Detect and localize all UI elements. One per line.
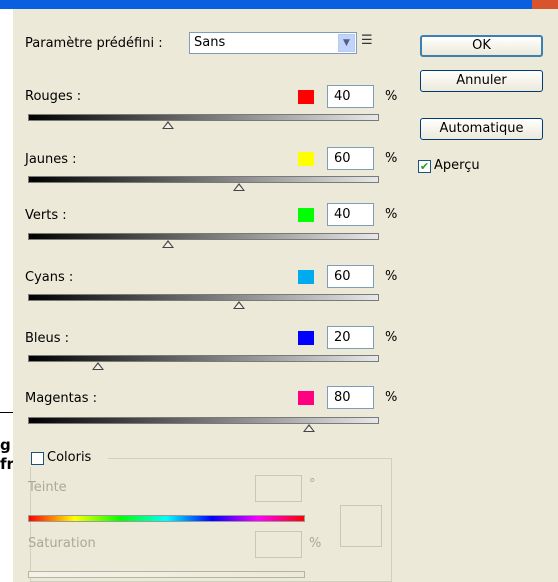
channel-label: Rouges : (25, 89, 82, 104)
channel-slider-thumb[interactable] (162, 121, 175, 129)
degree-unit: ° (309, 477, 316, 492)
channel-slider-thumb[interactable] (232, 183, 245, 191)
channel-slider-track[interactable] (28, 114, 379, 121)
percent-unit: % (385, 89, 398, 104)
channel-slider-thumb[interactable] (162, 240, 175, 248)
channel-slider-track[interactable] (28, 355, 379, 362)
preview-checkbox[interactable]: ✔ (418, 160, 431, 173)
saturation-bar[interactable] (28, 571, 305, 578)
channel-swatch (298, 152, 314, 166)
channel-swatch (298, 208, 314, 222)
background-text-fragment: g (0, 436, 11, 454)
preset-options-menu-icon[interactable]: ☰ (361, 33, 373, 48)
channel-swatch (298, 331, 314, 345)
black-and-white-dialog: Paramètre prédéfini : Sans ▼ ☰ OK Annule… (13, 9, 558, 582)
channel-slider-track[interactable] (28, 417, 379, 424)
channel-swatch (298, 90, 314, 104)
auto-button[interactable]: Automatique (420, 118, 543, 140)
channel-label: Cyans : (25, 270, 74, 285)
tint-checkbox[interactable] (31, 452, 44, 465)
channel-value-input[interactable]: 40 (327, 85, 374, 108)
channel-slider-thumb[interactable] (232, 301, 245, 309)
preview-label: Aperçu (434, 158, 480, 173)
percent-unit: % (385, 207, 398, 222)
percent-unit: % (385, 269, 398, 284)
channel-label: Verts : (25, 208, 67, 223)
preset-dropdown[interactable]: Sans ▼ (189, 32, 357, 54)
channel-swatch (298, 270, 314, 284)
saturation-input[interactable] (255, 531, 302, 558)
channel-swatch (298, 391, 314, 405)
channel-value-input[interactable]: 80 (327, 386, 374, 409)
preset-value: Sans (194, 35, 226, 50)
channel-value-input[interactable]: 60 (327, 147, 374, 170)
channel-slider-track[interactable] (28, 176, 379, 183)
saturation-unit: % (309, 536, 322, 551)
hue-input[interactable] (255, 475, 302, 502)
channel-slider-thumb[interactable] (92, 362, 105, 370)
close-icon[interactable] (532, 0, 558, 9)
hue-label: Teinte (28, 480, 67, 495)
tint-color-preview (340, 505, 382, 547)
channel-slider-track[interactable] (28, 294, 379, 301)
channel-label: Magentas : (25, 391, 98, 406)
title-bar (0, 0, 558, 9)
channel-label: Jaunes : (25, 152, 77, 167)
percent-unit: % (385, 151, 398, 166)
percent-unit: % (385, 330, 398, 345)
channel-slider-thumb[interactable] (302, 424, 315, 432)
ok-button[interactable]: OK (420, 35, 543, 57)
channel-label: Bleus : (25, 331, 70, 346)
channel-value-input[interactable]: 60 (327, 265, 374, 288)
channel-value-input[interactable]: 20 (327, 326, 374, 349)
hue-spectrum-bar[interactable] (28, 515, 305, 522)
channel-value-input[interactable]: 40 (327, 203, 374, 226)
channel-slider-track[interactable] (28, 233, 379, 240)
cancel-button[interactable]: Annuler (420, 70, 543, 92)
preset-label: Paramètre prédéfini : (25, 36, 163, 51)
chevron-down-icon[interactable]: ▼ (338, 34, 355, 52)
percent-unit: % (385, 390, 398, 405)
tint-label: Coloris (47, 450, 92, 465)
saturation-label: Saturation (28, 536, 96, 551)
background-text-fragment: fr (0, 455, 14, 473)
